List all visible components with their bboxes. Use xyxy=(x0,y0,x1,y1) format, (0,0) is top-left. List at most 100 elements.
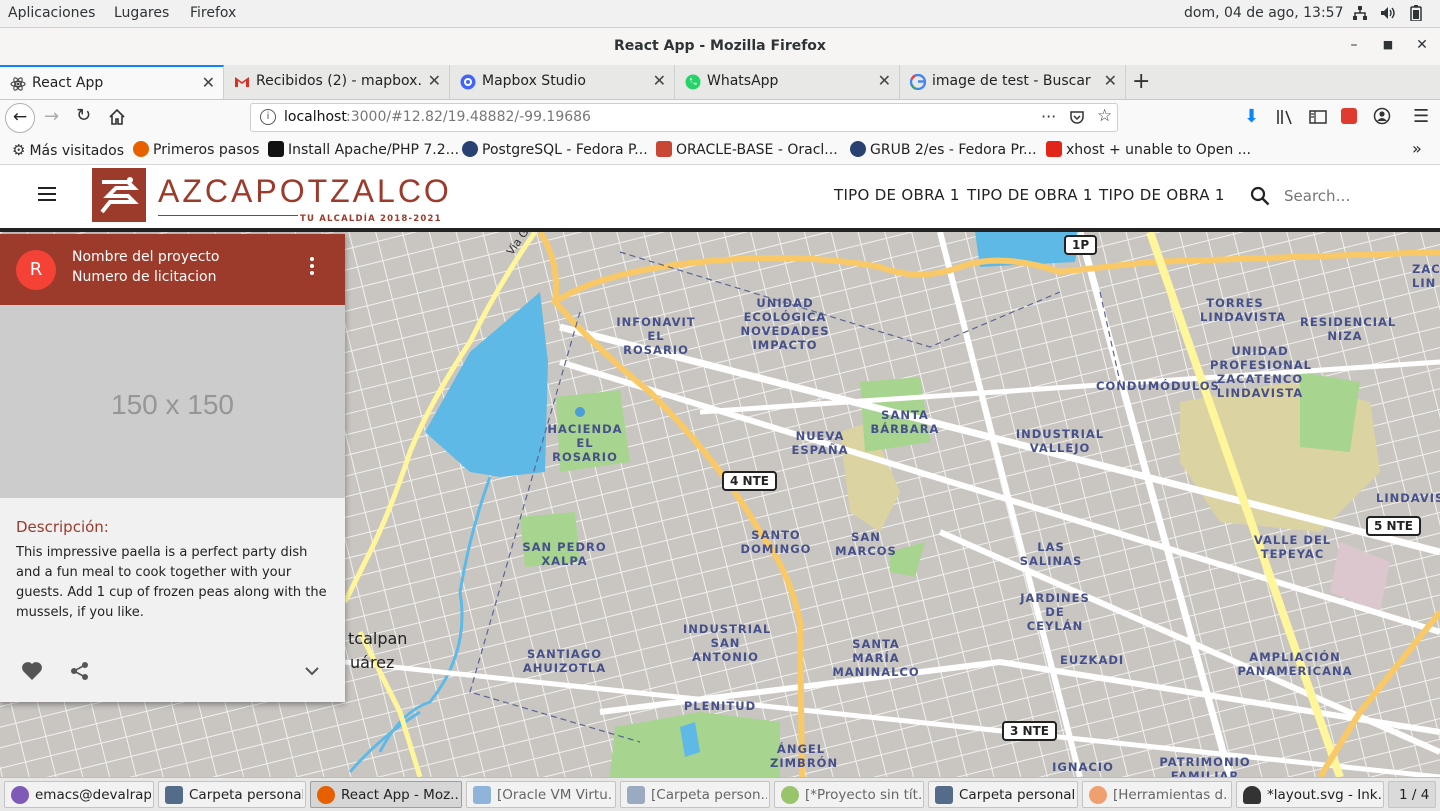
task-firefox[interactable]: React App - Moz... xyxy=(310,781,462,808)
close-tab-icon[interactable]: ✕ xyxy=(428,71,441,90)
emacs-icon xyxy=(11,786,29,804)
search-input[interactable] xyxy=(1282,183,1426,209)
share-icon[interactable] xyxy=(70,661,90,685)
task-virtualbox[interactable]: [Oracle VM Virtu... xyxy=(466,781,616,808)
bookmark-install-apache[interactable]: Install Apache/PHP 7.2... xyxy=(268,141,459,158)
workspace-switcher[interactable]: 1 / 4 xyxy=(1388,781,1436,808)
map-label: PATRIMONIO FAMILIAR xyxy=(1159,755,1251,777)
mapbox-icon xyxy=(460,74,476,90)
more-vert-icon[interactable] xyxy=(304,254,320,282)
pdf-extension-icon[interactable] xyxy=(1341,108,1357,124)
nav-tipo-obra-1[interactable]: TIPO DE OBRA 1 xyxy=(834,186,960,204)
avatar: R xyxy=(16,250,56,290)
map-label: SANTA MARÍA MANINALCO xyxy=(832,637,920,679)
placeholder-text: 150 x 150 xyxy=(111,389,234,420)
task-home-folder-3[interactable]: Carpeta personal xyxy=(928,781,1078,808)
folder-icon xyxy=(627,786,645,804)
close-tab-icon[interactable]: ✕ xyxy=(1104,71,1117,90)
battery-icon[interactable] xyxy=(1410,5,1422,25)
more-bookmarks-icon[interactable]: » xyxy=(1412,139,1422,158)
nav-tipo-obra-3[interactable]: TIPO DE OBRA 1 xyxy=(1099,186,1225,204)
map-label: SANTA BÁRBARA xyxy=(870,408,940,436)
bookmark-postgresql[interactable]: PostgreSQL - Fedora P... xyxy=(462,141,648,158)
google-icon xyxy=(909,73,927,91)
tab-gmail[interactable]: Recibidos (2) - mapbox.az ✕ xyxy=(224,65,450,99)
app-menu[interactable]: Firefox xyxy=(190,5,236,21)
logo-text: AZCAPOTZALCO xyxy=(158,173,452,209)
expand-more-icon[interactable] xyxy=(304,665,320,681)
map-label: IGNACIO xyxy=(1052,760,1114,774)
card-image-placeholder: 150 x 150 xyxy=(0,305,345,498)
task-emacs[interactable]: emacs@devalrapa xyxy=(4,781,154,808)
tab-label: Mapbox Studio xyxy=(482,73,586,89)
map-label: EUZKADI xyxy=(1060,653,1125,667)
bookmark-star-icon[interactable]: ☆ xyxy=(1097,106,1112,126)
home-icon[interactable] xyxy=(108,108,126,130)
url-bar[interactable]: i localhost :3000/#12.82/19.48882/-99.19… xyxy=(250,103,1118,132)
map-label-place: tcalpan xyxy=(348,629,408,648)
map-label: UNIDAD ECOLÓGICA NOVEDADES IMPACTO xyxy=(740,296,830,352)
menu-icon[interactable]: ☰ xyxy=(1413,106,1429,127)
new-tab-icon[interactable]: + xyxy=(1132,69,1150,94)
close-window-icon[interactable]: ✕ xyxy=(1412,37,1432,53)
reload-icon[interactable]: ↻ xyxy=(76,105,91,126)
map-label: LAS SALINAS xyxy=(1019,540,1083,568)
volume-icon[interactable] xyxy=(1380,5,1396,25)
firefox-icon xyxy=(317,786,335,804)
places-menu[interactable]: Lugares xyxy=(114,5,169,21)
task-devtools[interactable]: [Herramientas d... xyxy=(1082,781,1232,808)
site-info-icon[interactable]: i xyxy=(260,109,276,125)
bookmark-xhost[interactable]: xhost + unable to Open ... xyxy=(1046,141,1251,158)
pocket-icon[interactable] xyxy=(1069,109,1085,129)
card-title: Nombre del proyecto xyxy=(72,249,220,265)
task-home-folder-2[interactable]: [Carpeta person... xyxy=(620,781,770,808)
map-label: SANTO DOMINGO xyxy=(740,528,812,556)
road-shield: 4 NTE xyxy=(722,471,777,491)
clock[interactable]: dom, 04 de ago, 13:57 xyxy=(1184,5,1343,21)
tab-google-search[interactable]: image de test - Buscar co ✕ xyxy=(900,65,1126,99)
map-label: CONDUMÓDULOS xyxy=(1096,379,1220,393)
applications-menu[interactable]: Aplicaciones xyxy=(8,5,95,21)
card-header: R Nombre del proyecto Numero de licitaci… xyxy=(0,234,345,305)
firefox-icon xyxy=(133,141,149,157)
page-actions-icon[interactable]: ··· xyxy=(1041,107,1056,126)
map-label: VALLE DEL TEPEYAC xyxy=(1253,533,1332,561)
hamburger-menu-icon[interactable] xyxy=(37,186,57,206)
close-tab-icon[interactable]: ✕ xyxy=(202,73,215,92)
taskbar: emacs@devalrapa Carpeta personal React A… xyxy=(0,777,1440,811)
qgis-icon xyxy=(781,786,799,804)
forward-icon[interactable]: → xyxy=(44,106,59,127)
task-inkscape[interactable]: *layout.svg - Ink... xyxy=(1236,781,1384,808)
map-label: HACIENDA EL ROSARIO xyxy=(547,422,623,464)
minimize-icon[interactable]: – xyxy=(1344,37,1364,53)
tab-mapbox-studio[interactable]: Mapbox Studio ✕ xyxy=(450,65,675,99)
network-icon[interactable] xyxy=(1352,5,1368,25)
nav-tipo-obra-2[interactable]: TIPO DE OBRA 1 xyxy=(967,186,1093,204)
firefox-icon xyxy=(1089,786,1107,804)
bookmark-oracle-base[interactable]: ORACLE-BASE - Oracl... xyxy=(656,141,838,158)
task-home-folder[interactable]: Carpeta personal xyxy=(158,781,306,808)
bookmark-grub[interactable]: GRUB 2/es - Fedora Pr... xyxy=(850,141,1037,158)
downloads-icon[interactable]: ⬇ xyxy=(1244,106,1259,127)
map-label: INDUSTRIAL SAN ANTONIO xyxy=(683,622,772,664)
window-title: React App - Mozilla Firefox xyxy=(614,38,826,54)
tab-label: WhatsApp xyxy=(707,73,779,89)
sidebar-icon[interactable] xyxy=(1309,109,1327,129)
gnome-top-bar: Aplicaciones Lugares Firefox dom, 04 de … xyxy=(0,0,1440,28)
favorite-icon[interactable] xyxy=(21,661,43,685)
library-icon[interactable] xyxy=(1276,109,1294,129)
close-tab-icon[interactable]: ✕ xyxy=(653,71,666,90)
account-icon[interactable] xyxy=(1373,107,1391,129)
gear-icon: ⚙ xyxy=(12,141,26,159)
maximize-icon[interactable]: ■ xyxy=(1378,38,1398,51)
task-qgis[interactable]: [*Proyecto sin tít... xyxy=(774,781,924,808)
tab-whatsapp[interactable]: WhatsApp ✕ xyxy=(675,65,900,99)
map-label-place: uárez xyxy=(350,653,395,672)
back-icon[interactable]: ← xyxy=(5,103,35,133)
bookmark-most-visited[interactable]: ⚙ Más visitados xyxy=(12,141,124,159)
react-icon xyxy=(10,76,26,92)
oracle-icon xyxy=(656,141,672,157)
tab-react-app[interactable]: React App ✕ xyxy=(0,65,224,99)
close-tab-icon[interactable]: ✕ xyxy=(878,71,891,90)
bookmark-getting-started[interactable]: Primeros pasos xyxy=(133,141,259,158)
